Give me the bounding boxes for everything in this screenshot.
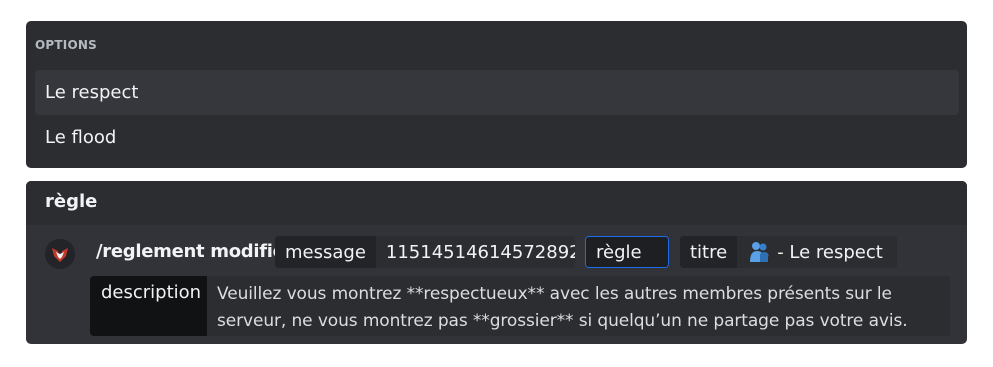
param-description[interactable]: description Veuillez vous montrez **resp… [90,276,950,336]
param-key: règle [586,237,652,267]
bot-logo-icon [45,239,75,269]
option-label: Le respect [45,82,139,103]
command-name: /reglement modifier [96,241,294,262]
param-message[interactable]: message 1151451461457289246 [275,236,575,268]
command-option-header: règle [26,181,967,225]
option-le-flood[interactable]: Le flood [35,115,959,160]
options-header: OPTIONS [35,38,97,52]
bot-avatar [45,239,75,269]
param-titre[interactable]: titre - Le respect [680,236,897,268]
option-le-respect[interactable]: Le respect [35,70,959,115]
param-value: 1151451461457289246 [375,236,575,268]
param-key: titre [680,236,738,268]
autocomplete-options-panel: OPTIONS Le respect Le flood [26,21,967,168]
people-hugging-icon [747,240,771,264]
param-value-wrap: - Le respect [737,236,897,268]
param-value[interactable] [651,237,668,267]
param-value: Veuillez vous montrez **respectueux** av… [207,276,950,336]
option-label: Le flood [45,127,117,148]
current-option-title: règle [45,191,98,212]
param-key: message [275,236,376,268]
param-value: - Le respect [777,241,883,263]
slash-command-panel: règle /reglement modifier message 115145… [26,181,967,344]
param-key: description [90,276,207,336]
param-regle-active[interactable]: règle [585,236,669,268]
